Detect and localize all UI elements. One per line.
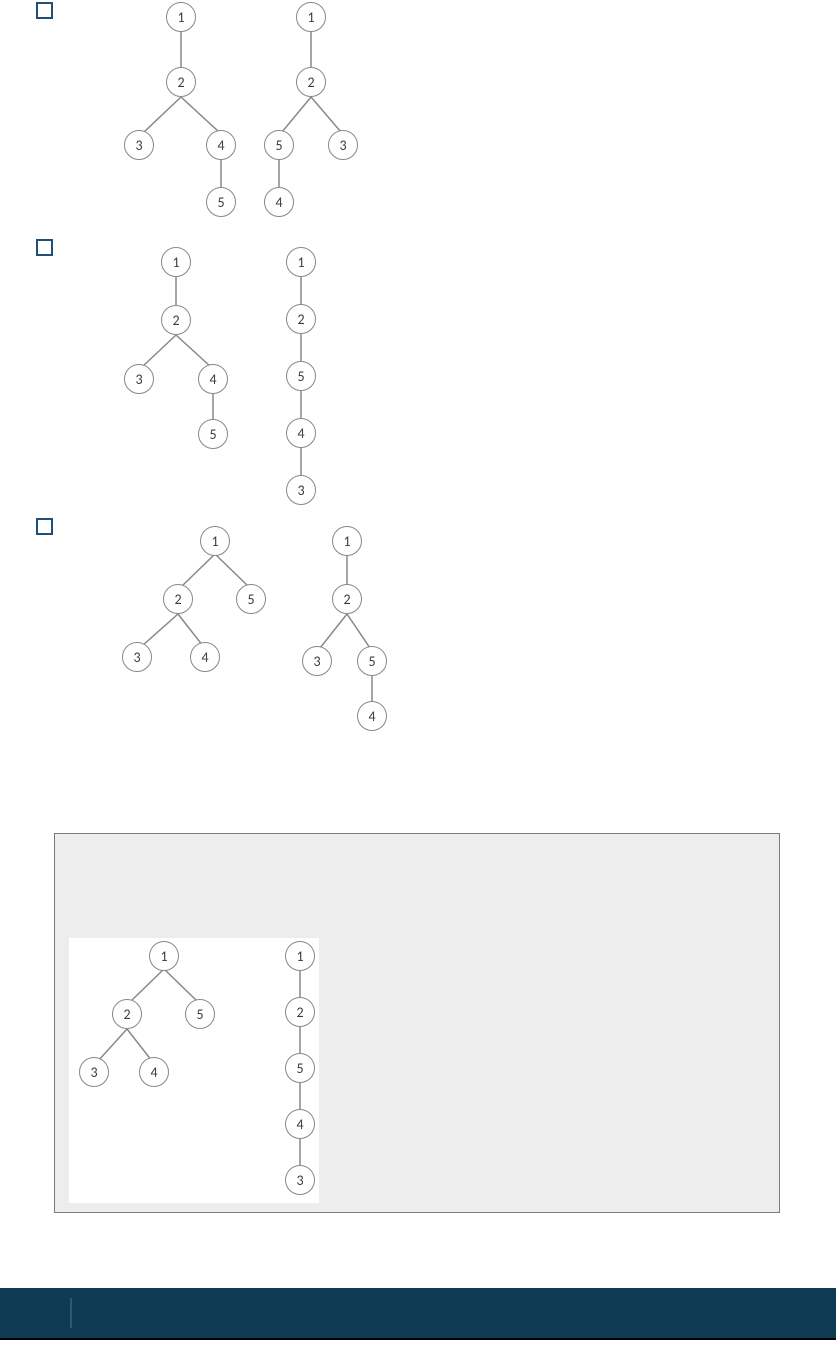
node: 1 — [200, 526, 230, 556]
node: 2 — [166, 67, 196, 97]
node: 1 — [332, 526, 362, 556]
node: 2 — [296, 67, 326, 97]
node: 3 — [328, 130, 358, 160]
node: 4 — [286, 418, 316, 448]
node: 4 — [198, 364, 228, 394]
option-c-left-tree: 1 2 5 3 4 — [100, 526, 280, 686]
node: 3 — [302, 646, 332, 676]
node: 4 — [139, 1057, 169, 1087]
node: 2 — [286, 304, 316, 334]
node: 5 — [264, 130, 294, 160]
node: 5 — [206, 187, 236, 217]
node: 1 — [296, 2, 326, 32]
node: 2 — [163, 584, 193, 614]
bottom-line — [0, 1338, 836, 1340]
option-a-left-tree: 1 2 3 4 5 — [106, 2, 236, 227]
node: 2 — [112, 999, 142, 1029]
checkbox-option-a[interactable] — [36, 2, 53, 19]
option-a: 1 2 3 4 5 1 2 5 3 4 — [36, 2, 456, 232]
node: 2 — [332, 584, 362, 614]
node: 1 — [166, 2, 196, 32]
node: 5 — [285, 1053, 315, 1083]
node: 4 — [190, 642, 220, 672]
node: 5 — [357, 646, 387, 676]
node: 3 — [124, 130, 154, 160]
option-c: 1 2 5 3 4 1 2 3 5 4 — [36, 518, 456, 734]
option-a-right-tree: 1 2 5 3 4 — [246, 2, 366, 227]
node: 4 — [206, 130, 236, 160]
node: 1 — [161, 247, 191, 277]
answer-diagram: 1 2 5 3 4 1 2 5 4 3 — [69, 938, 319, 1203]
node: 3 — [122, 642, 152, 672]
node: 4 — [357, 701, 387, 731]
node: 3 — [79, 1057, 109, 1087]
node: 3 — [286, 475, 316, 505]
node: 1 — [285, 941, 315, 971]
node: 3 — [285, 1165, 315, 1195]
node: 5 — [198, 419, 228, 449]
footer-divider — [70, 1298, 72, 1328]
option-b-right-tree: 1 2 5 4 3 — [268, 247, 334, 507]
answer-box: 1 2 5 3 4 1 2 5 4 3 — [54, 833, 780, 1213]
node: 5 — [286, 361, 316, 391]
node: 2 — [161, 305, 191, 335]
checkbox-option-b[interactable] — [36, 239, 53, 256]
option-c-right-tree: 1 2 3 5 4 — [290, 526, 400, 736]
node: 1 — [286, 247, 316, 277]
option-b: 1 2 3 4 5 1 2 5 4 3 — [36, 239, 456, 507]
node: 5 — [236, 584, 266, 614]
node: 4 — [285, 1109, 315, 1139]
checkbox-option-c[interactable] — [36, 518, 53, 535]
footer-bar — [0, 1288, 836, 1338]
page: 1 2 3 4 5 1 2 5 3 4 — [0, 0, 836, 1355]
node: 2 — [285, 997, 315, 1027]
option-b-left-tree: 1 2 3 4 5 — [106, 247, 236, 457]
node: 5 — [185, 999, 215, 1029]
node: 4 — [264, 187, 294, 217]
node: 3 — [124, 364, 154, 394]
node: 1 — [149, 941, 179, 971]
